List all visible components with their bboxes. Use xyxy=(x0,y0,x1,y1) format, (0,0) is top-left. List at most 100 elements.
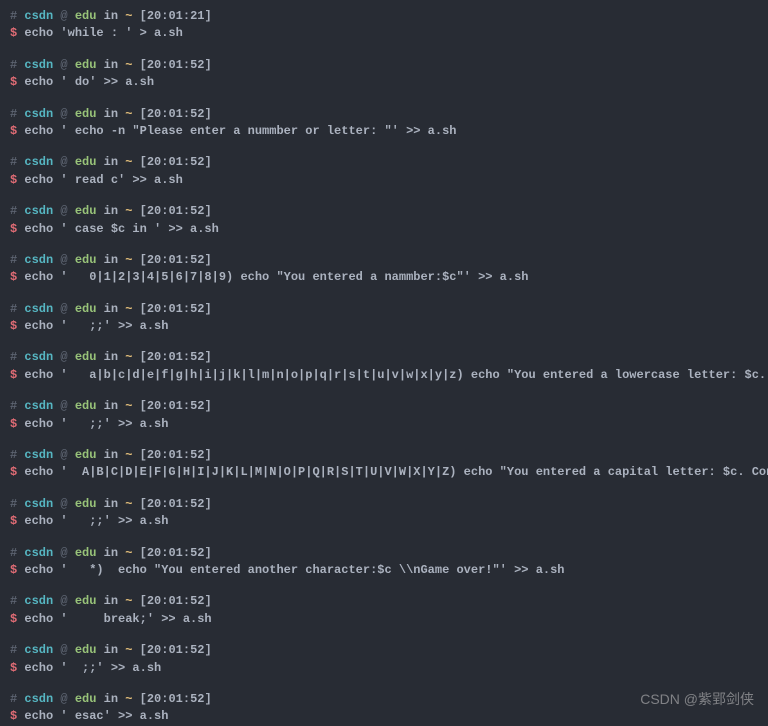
separator: in xyxy=(104,204,118,218)
separator: in xyxy=(104,692,118,706)
command-text: echo ' ;;' >> a.sh xyxy=(24,661,161,675)
prompt-symbol: $ xyxy=(10,173,17,187)
command-text: echo ' 0|1|2|3|4|5|6|7|8|9) echo "You en… xyxy=(24,270,528,284)
path: ~ xyxy=(125,594,132,608)
prompt-symbol: $ xyxy=(10,661,17,675)
command-block: # csdn @ edu in ~ [20:01:52]$ echo ' bre… xyxy=(10,593,758,628)
prompt-symbol: $ xyxy=(10,368,17,382)
separator: in xyxy=(104,253,118,267)
at-symbol: @ xyxy=(60,594,67,608)
timestamp: [20:01:21] xyxy=(140,9,212,23)
command-line: $ echo ' break;' >> a.sh xyxy=(10,611,758,628)
command-line: $ echo ' A|B|C|D|E|F|G|H|I|J|K|L|M|N|O|P… xyxy=(10,464,758,481)
prompt-symbol: $ xyxy=(10,514,17,528)
separator: in xyxy=(104,399,118,413)
at-symbol: @ xyxy=(60,350,67,364)
at-symbol: @ xyxy=(60,692,67,706)
command-text: echo ' read c' >> a.sh xyxy=(24,173,182,187)
command-text: echo ' A|B|C|D|E|F|G|H|I|J|K|L|M|N|O|P|Q… xyxy=(24,465,768,479)
username: csdn xyxy=(24,692,53,706)
at-symbol: @ xyxy=(60,204,67,218)
prompt-symbol: $ xyxy=(10,222,17,236)
command-block: # csdn @ edu in ~ [20:01:52]$ echo ' ;;'… xyxy=(10,398,758,433)
command-block: # csdn @ edu in ~ [20:01:52]$ echo ' rea… xyxy=(10,154,758,189)
hash-symbol: # xyxy=(10,692,17,706)
hash-symbol: # xyxy=(10,9,17,23)
hostname: edu xyxy=(75,546,97,560)
prompt-header: # csdn @ edu in ~ [20:01:52] xyxy=(10,106,758,123)
at-symbol: @ xyxy=(60,399,67,413)
command-block: # csdn @ edu in ~ [20:01:52]$ echo ' a|b… xyxy=(10,349,758,384)
command-block: # csdn @ edu in ~ [20:01:21]$ echo 'whil… xyxy=(10,8,758,43)
hostname: edu xyxy=(75,497,97,511)
username: csdn xyxy=(24,302,53,316)
command-text: echo ' case $c in ' >> a.sh xyxy=(24,222,218,236)
hash-symbol: # xyxy=(10,58,17,72)
command-line: $ echo 'while : ' > a.sh xyxy=(10,25,758,42)
hostname: edu xyxy=(75,204,97,218)
prompt-header: # csdn @ edu in ~ [20:01:52] xyxy=(10,301,758,318)
command-text: echo ' do' >> a.sh xyxy=(24,75,154,89)
prompt-symbol: $ xyxy=(10,270,17,284)
at-symbol: @ xyxy=(60,9,67,23)
username: csdn xyxy=(24,399,53,413)
hostname: edu xyxy=(75,643,97,657)
command-block: # csdn @ edu in ~ [20:01:52]$ echo ' do'… xyxy=(10,57,758,92)
hostname: edu xyxy=(75,155,97,169)
command-line: $ echo ' a|b|c|d|e|f|g|h|i|j|k|l|m|n|o|p… xyxy=(10,367,758,384)
prompt-header: # csdn @ edu in ~ [20:01:52] xyxy=(10,398,758,415)
username: csdn xyxy=(24,58,53,72)
path: ~ xyxy=(125,302,132,316)
prompt-header: # csdn @ edu in ~ [20:01:52] xyxy=(10,349,758,366)
command-text: echo ' echo -n "Please enter a nummber o… xyxy=(24,124,456,138)
timestamp: [20:01:52] xyxy=(140,546,212,560)
command-line: $ echo ' ;;' >> a.sh xyxy=(10,660,758,677)
command-line: $ echo ' do' >> a.sh xyxy=(10,74,758,91)
separator: in xyxy=(104,350,118,364)
command-block: # csdn @ edu in ~ [20:01:52]$ echo ' ;;'… xyxy=(10,642,758,677)
command-block: # csdn @ edu in ~ [20:01:52]$ echo ' *) … xyxy=(10,545,758,580)
command-text: echo 'while : ' > a.sh xyxy=(24,26,182,40)
separator: in xyxy=(104,497,118,511)
username: csdn xyxy=(24,253,53,267)
command-line: $ echo ' 0|1|2|3|4|5|6|7|8|9) echo "You … xyxy=(10,269,758,286)
separator: in xyxy=(104,546,118,560)
path: ~ xyxy=(125,643,132,657)
hostname: edu xyxy=(75,302,97,316)
username: csdn xyxy=(24,546,53,560)
separator: in xyxy=(104,58,118,72)
username: csdn xyxy=(24,448,53,462)
at-symbol: @ xyxy=(60,155,67,169)
path: ~ xyxy=(125,204,132,218)
hash-symbol: # xyxy=(10,302,17,316)
path: ~ xyxy=(125,448,132,462)
timestamp: [20:01:52] xyxy=(140,302,212,316)
separator: in xyxy=(104,594,118,608)
at-symbol: @ xyxy=(60,448,67,462)
prompt-header: # csdn @ edu in ~ [20:01:21] xyxy=(10,8,758,25)
username: csdn xyxy=(24,594,53,608)
hostname: edu xyxy=(75,9,97,23)
username: csdn xyxy=(24,497,53,511)
at-symbol: @ xyxy=(60,497,67,511)
command-text: echo ' a|b|c|d|e|f|g|h|i|j|k|l|m|n|o|p|q… xyxy=(24,368,768,382)
prompt-symbol: $ xyxy=(10,612,17,626)
separator: in xyxy=(104,107,118,121)
separator: in xyxy=(104,643,118,657)
hash-symbol: # xyxy=(10,448,17,462)
command-line: $ echo ' echo -n "Please enter a nummber… xyxy=(10,123,758,140)
command-line: $ echo ' ;;' >> a.sh xyxy=(10,318,758,335)
prompt-symbol: $ xyxy=(10,709,17,723)
command-block: # csdn @ edu in ~ [20:01:52]$ echo ' 0|1… xyxy=(10,252,758,287)
timestamp: [20:01:52] xyxy=(140,107,212,121)
at-symbol: @ xyxy=(60,107,67,121)
separator: in xyxy=(104,155,118,169)
path: ~ xyxy=(125,58,132,72)
hash-symbol: # xyxy=(10,643,17,657)
command-line: $ echo ' *) echo "You entered another ch… xyxy=(10,562,758,579)
command-block: # csdn @ edu in ~ [20:01:52]$ echo ' cas… xyxy=(10,203,758,238)
command-line: $ echo ' read c' >> a.sh xyxy=(10,172,758,189)
timestamp: [20:01:52] xyxy=(140,58,212,72)
path: ~ xyxy=(125,9,132,23)
prompt-header: # csdn @ edu in ~ [20:01:52] xyxy=(10,593,758,610)
